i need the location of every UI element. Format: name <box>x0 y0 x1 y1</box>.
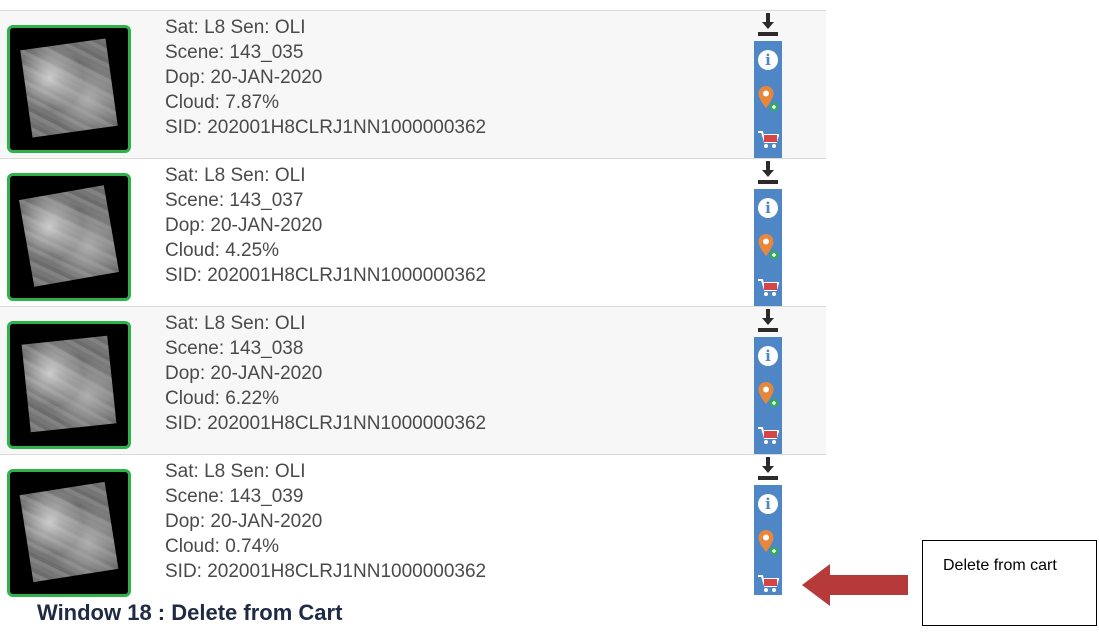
action-button-group: i <box>754 41 782 158</box>
scene-preview <box>21 335 117 433</box>
result-details: Sat: L8 Sen: OLI Scene: 143_037 Dop: 20-… <box>165 163 486 288</box>
action-button-group: i <box>754 189 782 306</box>
action-button-group: i <box>754 485 782 595</box>
satellite-text: Sat: L8 Sen: OLI <box>165 165 306 186</box>
satellite-text: Sat: L8 Sen: OLI <box>165 17 306 38</box>
scene-preview <box>19 481 119 583</box>
scene-text: Scene: 143_037 <box>165 190 304 211</box>
info-icon: i <box>758 50 778 70</box>
scene-preview <box>20 38 118 138</box>
callout-text: Delete from cart <box>943 557 1057 574</box>
map-pin-icon <box>758 86 778 111</box>
thumbnail-image[interactable] <box>7 321 131 449</box>
results-list: Sat: L8 Sen: OLI Scene: 143_035 Dop: 20-… <box>0 10 826 597</box>
satellite-text: Sat: L8 Sen: OLI <box>165 461 306 482</box>
location-button[interactable] <box>754 231 782 263</box>
location-button[interactable] <box>754 527 782 559</box>
result-details: Sat: L8 Sen: OLI Scene: 143_038 Dop: 20-… <box>165 311 486 436</box>
result-row: Sat: L8 Sen: OLI Scene: 143_035 Dop: 20-… <box>0 10 826 159</box>
download-icon[interactable] <box>758 457 778 481</box>
sid-text: SID: 202001H8CLRJ1NN1000000362 <box>165 413 487 434</box>
info-icon: i <box>758 346 778 366</box>
cloud-text: Cloud: 7.87% <box>165 92 280 113</box>
result-row: Sat: L8 Sen: OLI Scene: 143_038 Dop: 20-… <box>0 307 826 455</box>
info-icon: i <box>758 494 778 514</box>
scene-text: Scene: 143_035 <box>165 42 304 63</box>
cloud-text: Cloud: 0.74% <box>165 536 280 557</box>
cloud-text: Cloud: 4.25% <box>165 240 280 261</box>
sid-text: SID: 202001H8CLRJ1NN1000000362 <box>165 265 487 286</box>
result-row: Sat: L8 Sen: OLI Scene: 143_039 Dop: 20-… <box>0 455 826 597</box>
action-bar: i <box>754 455 782 595</box>
sid-text: SID: 202001H8CLRJ1NN1000000362 <box>165 561 487 582</box>
scene-preview <box>19 185 119 287</box>
thumbnail-image[interactable] <box>7 173 131 301</box>
scene-text: Scene: 143_038 <box>165 338 304 359</box>
date-text: Dop: 20-JAN-2020 <box>165 511 323 532</box>
thumbnail-image[interactable] <box>7 25 131 153</box>
map-pin-icon <box>758 234 778 259</box>
cart-button[interactable] <box>754 124 782 156</box>
info-icon: i <box>758 198 778 218</box>
cart-icon <box>758 427 779 444</box>
info-button[interactable]: i <box>754 44 782 76</box>
action-bar: i <box>754 307 782 454</box>
satellite-text: Sat: L8 Sen: OLI <box>165 313 306 334</box>
thumbnail-image[interactable] <box>7 469 131 597</box>
cart-icon <box>758 279 779 296</box>
action-button-group: i <box>754 337 782 454</box>
location-button[interactable] <box>754 379 782 411</box>
info-button[interactable]: i <box>754 192 782 224</box>
cart-button[interactable] <box>754 420 782 452</box>
date-text: Dop: 20-JAN-2020 <box>165 67 323 88</box>
pointer-arrow <box>802 564 908 606</box>
result-details: Sat: L8 Sen: OLI Scene: 143_035 Dop: 20-… <box>165 15 486 140</box>
action-bar: i <box>754 159 782 306</box>
info-button[interactable]: i <box>754 340 782 372</box>
location-button[interactable] <box>754 83 782 115</box>
cart-button[interactable] <box>754 272 782 304</box>
cart-icon <box>758 575 779 592</box>
cloud-text: Cloud: 6.22% <box>165 388 280 409</box>
date-text: Dop: 20-JAN-2020 <box>165 363 323 384</box>
map-pin-icon <box>758 382 778 407</box>
scene-text: Scene: 143_039 <box>165 486 304 507</box>
map-pin-icon <box>758 530 778 555</box>
date-text: Dop: 20-JAN-2020 <box>165 215 323 236</box>
result-details: Sat: L8 Sen: OLI Scene: 143_039 Dop: 20-… <box>165 459 486 584</box>
figure-caption: Window 18 : Delete from Cart <box>37 600 343 625</box>
cart-icon <box>758 131 779 148</box>
download-icon[interactable] <box>758 13 778 37</box>
download-icon[interactable] <box>758 309 778 333</box>
cart-button[interactable] <box>754 568 782 600</box>
result-row: Sat: L8 Sen: OLI Scene: 143_037 Dop: 20-… <box>0 159 826 307</box>
info-button[interactable]: i <box>754 488 782 520</box>
download-icon[interactable] <box>758 161 778 185</box>
callout-box: Delete from cart <box>922 540 1097 626</box>
sid-text: SID: 202001H8CLRJ1NN1000000362 <box>165 117 487 138</box>
action-bar: i <box>754 11 782 158</box>
